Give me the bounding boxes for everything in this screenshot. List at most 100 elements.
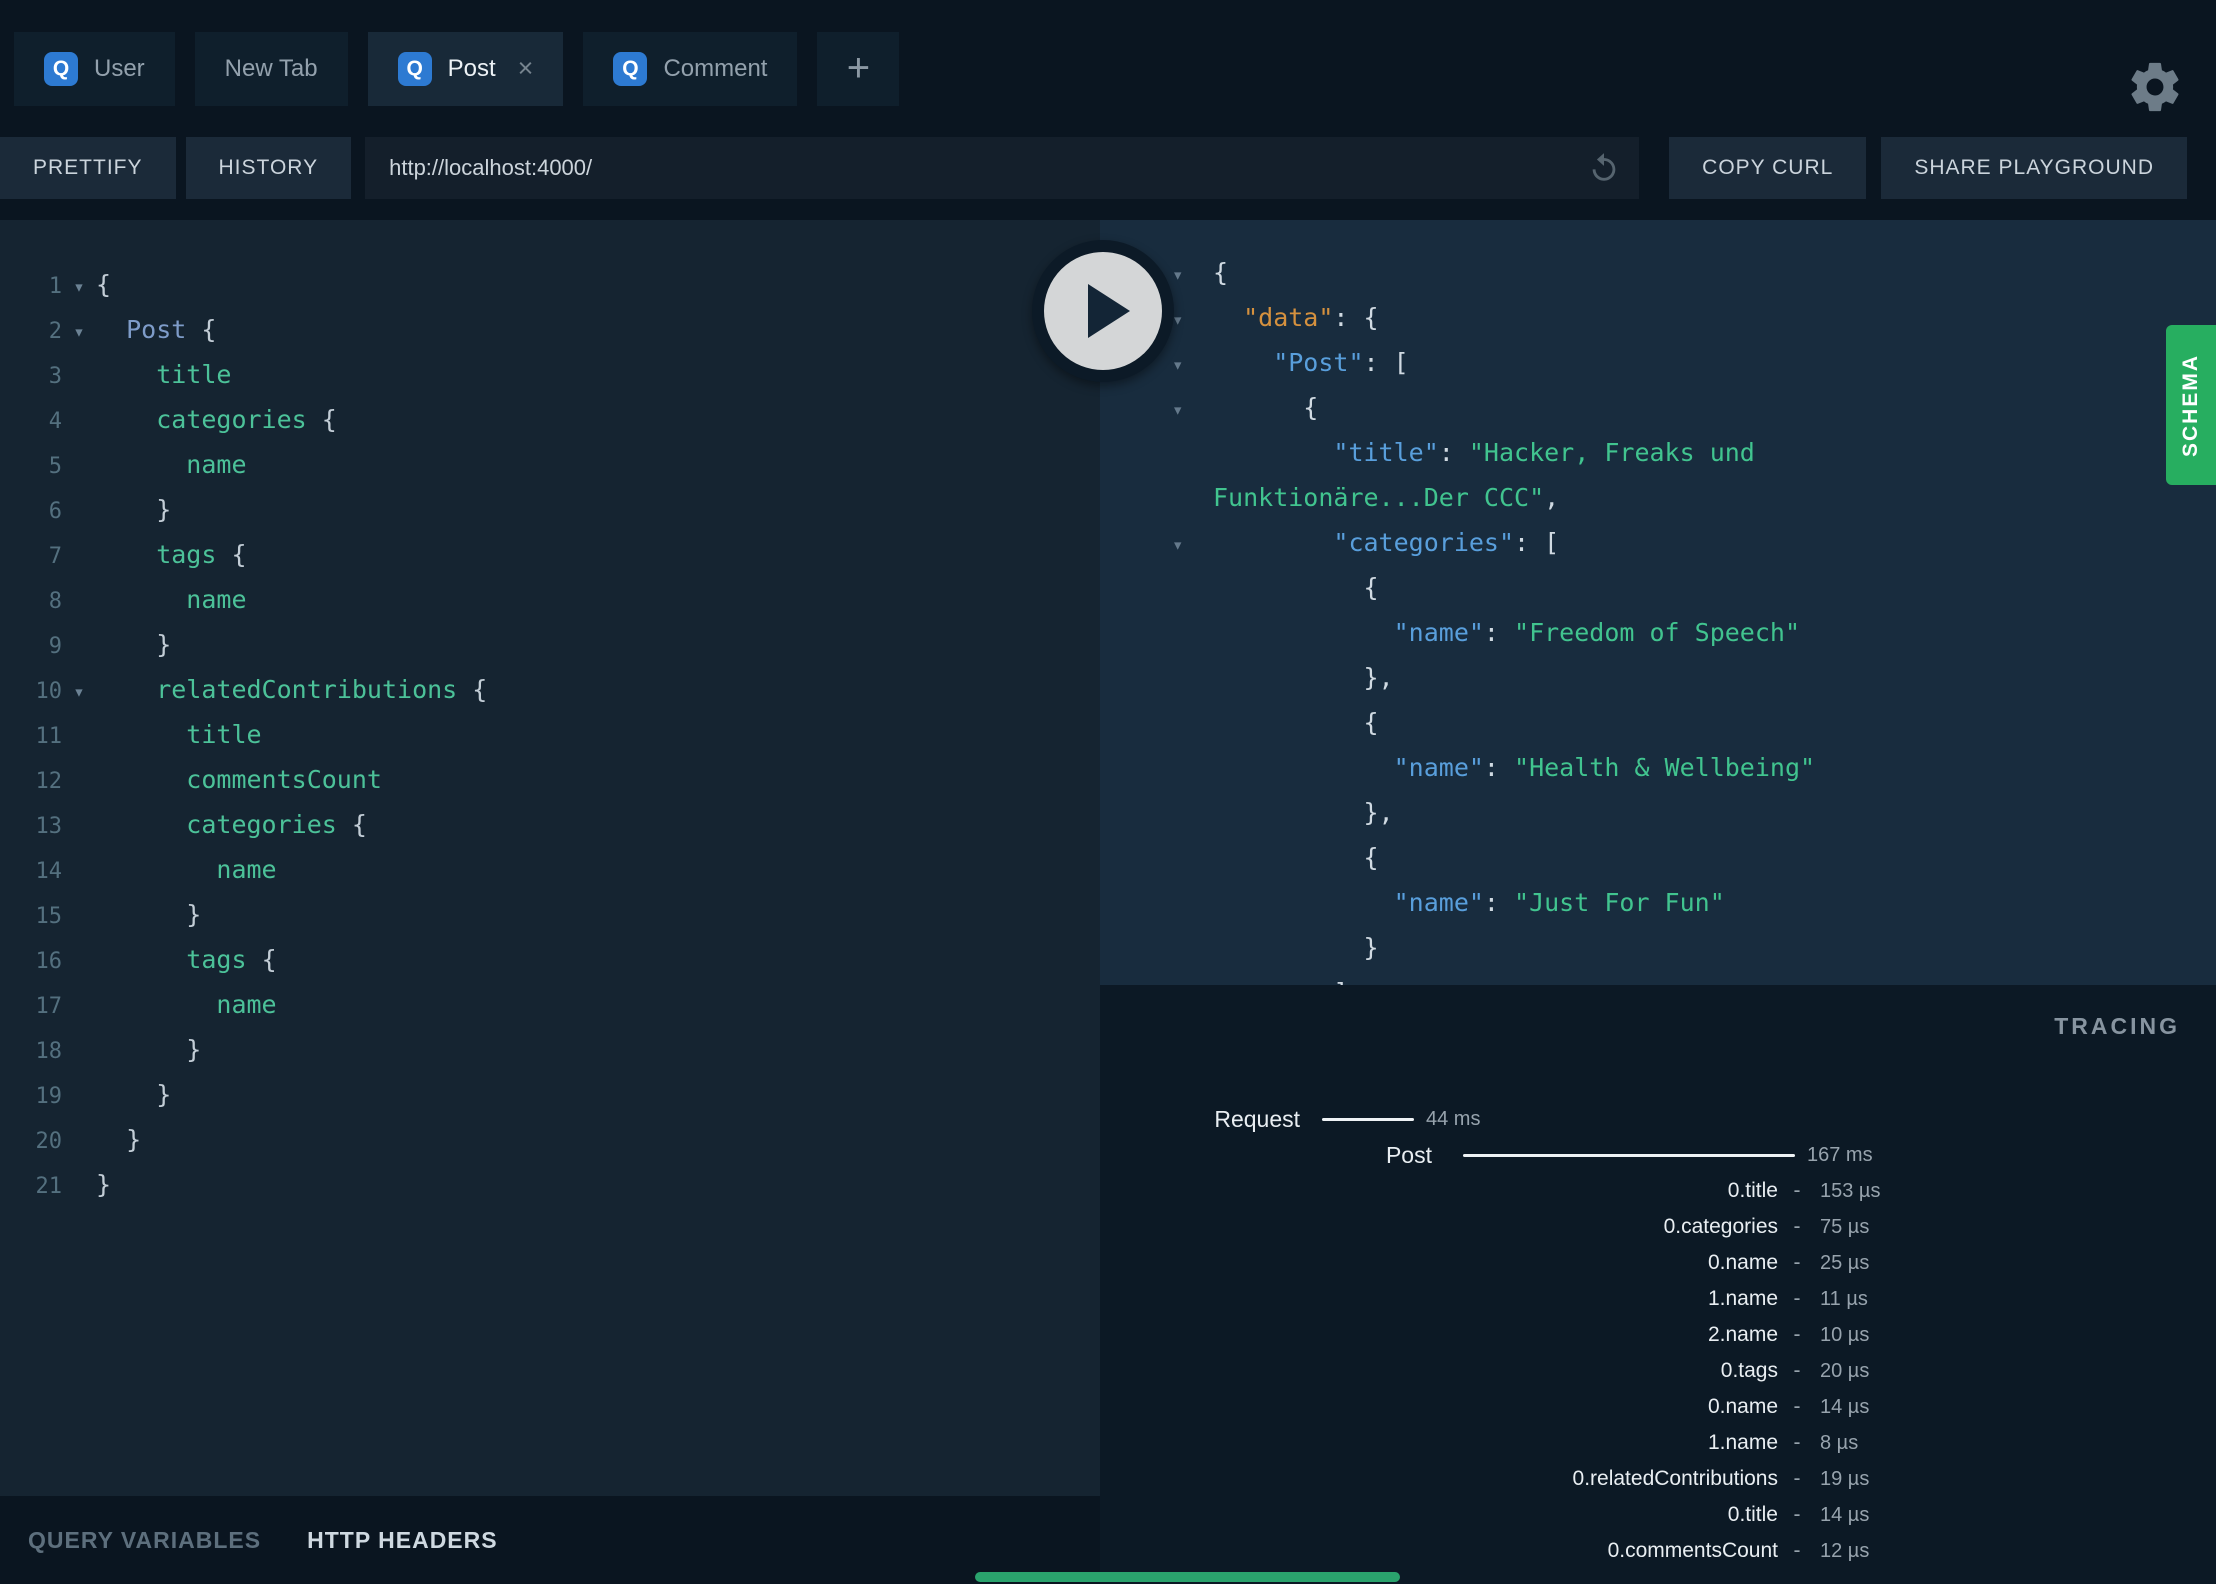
http-headers-tab[interactable]: HTTP HEADERS xyxy=(307,1527,498,1554)
editor-line[interactable]: 10 ▾ relatedContributions { xyxy=(0,667,1100,712)
new-tab-button[interactable]: + xyxy=(817,31,900,106)
editor-line[interactable]: 2 ▾ Post { xyxy=(0,307,1100,352)
tab-label: Comment xyxy=(663,54,768,82)
editor-line[interactable]: 12 commentsCount xyxy=(0,757,1100,802)
editor-line[interactable]: 13 categories { xyxy=(0,802,1100,847)
tracing-dash: - xyxy=(1793,1467,1801,1490)
tracing-label: 0.commentsCount xyxy=(1607,1539,1778,1562)
play-icon xyxy=(1088,284,1130,338)
line-number: 10 xyxy=(35,679,63,704)
tracing-row: 0.title -14 µs xyxy=(1100,1497,2216,1533)
tracing-label: 0.categories xyxy=(1663,1215,1778,1238)
line-number: 6 xyxy=(48,499,62,524)
editor-line[interactable]: 17 name xyxy=(0,982,1100,1027)
editor-line[interactable]: 9} xyxy=(0,622,1100,667)
response-line: "name": "Health & Wellbeing" xyxy=(1393,753,1816,782)
line-number: 8 xyxy=(48,589,62,614)
copy-curl-button[interactable]: COPY CURL xyxy=(1669,137,1867,199)
tracing-time: 44 ms xyxy=(1426,1107,1481,1130)
tab-comment[interactable]: Q Comment xyxy=(583,31,798,106)
playground-logo-icon: Q xyxy=(397,51,432,86)
playground-logo-icon: Q xyxy=(44,51,78,86)
endpoint-url: http://localhost:4000/ xyxy=(389,155,593,180)
line-number: 7 xyxy=(48,544,62,569)
line-number: 13 xyxy=(35,814,63,839)
editor-line[interactable]: 1 ▾{ xyxy=(0,262,1100,307)
tracing-time: 8 µs xyxy=(1820,1431,1859,1454)
tracing-row: 0.relatedContributions -19 µs xyxy=(1100,1461,2216,1497)
horizontal-scrollbar-thumb[interactable] xyxy=(975,1572,1400,1582)
tracing-time: 75 µs xyxy=(1820,1215,1870,1238)
fold-arrow-icon[interactable]: ▾ xyxy=(62,265,96,310)
tracing-label: 0.tags xyxy=(1720,1359,1778,1382)
query-editor-pane[interactable]: 1 ▾{2 ▾ Post {3 title 4 categories {5 name 6} 7 ta… xyxy=(0,220,1100,1496)
tracing-dash: - xyxy=(1793,1251,1801,1274)
toolbar: PRETTIFY HISTORY http://localhost:4000/ … xyxy=(0,137,2216,199)
reload-icon[interactable] xyxy=(1587,151,1621,185)
tracing-label: 1.name xyxy=(1707,1287,1778,1310)
prettify-button[interactable]: PRETTIFY xyxy=(0,137,176,199)
tracing-row: 2.name -10 µs xyxy=(1100,1317,2216,1353)
response-line: ▾ "categories": [ xyxy=(1100,520,2216,565)
tab-post[interactable]: Q Post × xyxy=(367,31,564,106)
tracing-label: 0.name xyxy=(1707,1395,1778,1418)
tracing-label: 0.relatedContributions xyxy=(1572,1467,1778,1490)
response-line: }, xyxy=(1363,798,1394,827)
tracing-dash: - xyxy=(1793,1287,1801,1310)
execute-query-button[interactable] xyxy=(1032,240,1174,382)
fold-arrow-icon[interactable]: ▾ xyxy=(62,670,96,715)
tracing-time: 10 µs xyxy=(1820,1323,1870,1346)
response-line: ▾{ xyxy=(1100,385,2216,430)
tracing-row: Post 167 ms xyxy=(1100,1137,2216,1173)
tab-new-tab[interactable]: New Tab xyxy=(194,31,348,106)
editor-line[interactable]: 6} xyxy=(0,487,1100,532)
line-number: 5 xyxy=(48,454,62,479)
fold-arrow-icon[interactable]: ▾ xyxy=(62,310,96,355)
settings-gear-icon[interactable] xyxy=(2126,58,2184,116)
editor-line[interactable]: 5 name xyxy=(0,442,1100,487)
editor-line[interactable]: 4 categories { xyxy=(0,397,1100,442)
editor-line[interactable]: 20} xyxy=(0,1117,1100,1162)
tracing-dash: - xyxy=(1793,1359,1801,1382)
tracing-dash: - xyxy=(1793,1503,1801,1526)
close-icon[interactable]: × xyxy=(518,55,534,82)
editor-line[interactable]: 3 title xyxy=(0,352,1100,397)
response-line: "name": "Just For Fun" xyxy=(1393,888,1725,917)
fold-arrow-icon[interactable]: ▾ xyxy=(1100,523,1213,568)
tracing-dash: - xyxy=(1793,1215,1801,1238)
playground-logo-icon: Q xyxy=(613,51,648,86)
history-button[interactable]: HISTORY xyxy=(185,137,352,199)
share-playground-button[interactable]: SHARE PLAYGROUND xyxy=(1881,137,2187,199)
query-variables-tab[interactable]: QUERY VARIABLES xyxy=(28,1527,261,1554)
response-line: { xyxy=(1363,843,1379,872)
schema-sidebar-tab[interactable]: SCHEMA xyxy=(2166,325,2216,485)
tracing-dash: - xyxy=(1793,1539,1801,1562)
editor-line[interactable]: 14 name xyxy=(0,847,1100,892)
response-line: ▾ "Post": [ xyxy=(1100,340,2216,385)
line-number: 9 xyxy=(48,634,62,659)
tab-user[interactable]: Q User xyxy=(14,31,175,106)
response-line: Funktionäre...Der CCC", xyxy=(1213,483,1560,512)
editor-line[interactable]: 16 tags { xyxy=(0,937,1100,982)
tracing-time: 167 ms xyxy=(1807,1143,1873,1166)
editor-line[interactable]: 19} xyxy=(0,1072,1100,1117)
response-line: ▾{ xyxy=(1100,250,2216,295)
tracing-label: Post xyxy=(1385,1141,1432,1168)
endpoint-url-input[interactable]: http://localhost:4000/ xyxy=(365,137,1640,199)
tracing-label: Request xyxy=(1214,1105,1300,1132)
fold-arrow-icon[interactable]: ▾ xyxy=(1100,388,1213,433)
response-line: ▾ "data": { xyxy=(1100,295,2216,340)
editor-line[interactable]: 8 name xyxy=(0,577,1100,622)
line-number: 2 xyxy=(48,319,62,344)
editor-line[interactable]: 18} xyxy=(0,1027,1100,1072)
tracing-row: 0.title -153 µs xyxy=(1100,1173,2216,1209)
editor-line[interactable]: 7 tags { xyxy=(0,532,1100,577)
editor-line[interactable]: 11 title xyxy=(0,712,1100,757)
tracing-time: 19 µs xyxy=(1820,1467,1870,1490)
editor-line[interactable]: 21} xyxy=(0,1162,1100,1207)
tracing-label: 0.name xyxy=(1707,1251,1778,1274)
tracing-time: 153 µs xyxy=(1820,1179,1881,1202)
tracing-row: 0.name -25 µs xyxy=(1100,1245,2216,1281)
tracing-time: 14 µs xyxy=(1820,1503,1870,1526)
editor-line[interactable]: 15} xyxy=(0,892,1100,937)
